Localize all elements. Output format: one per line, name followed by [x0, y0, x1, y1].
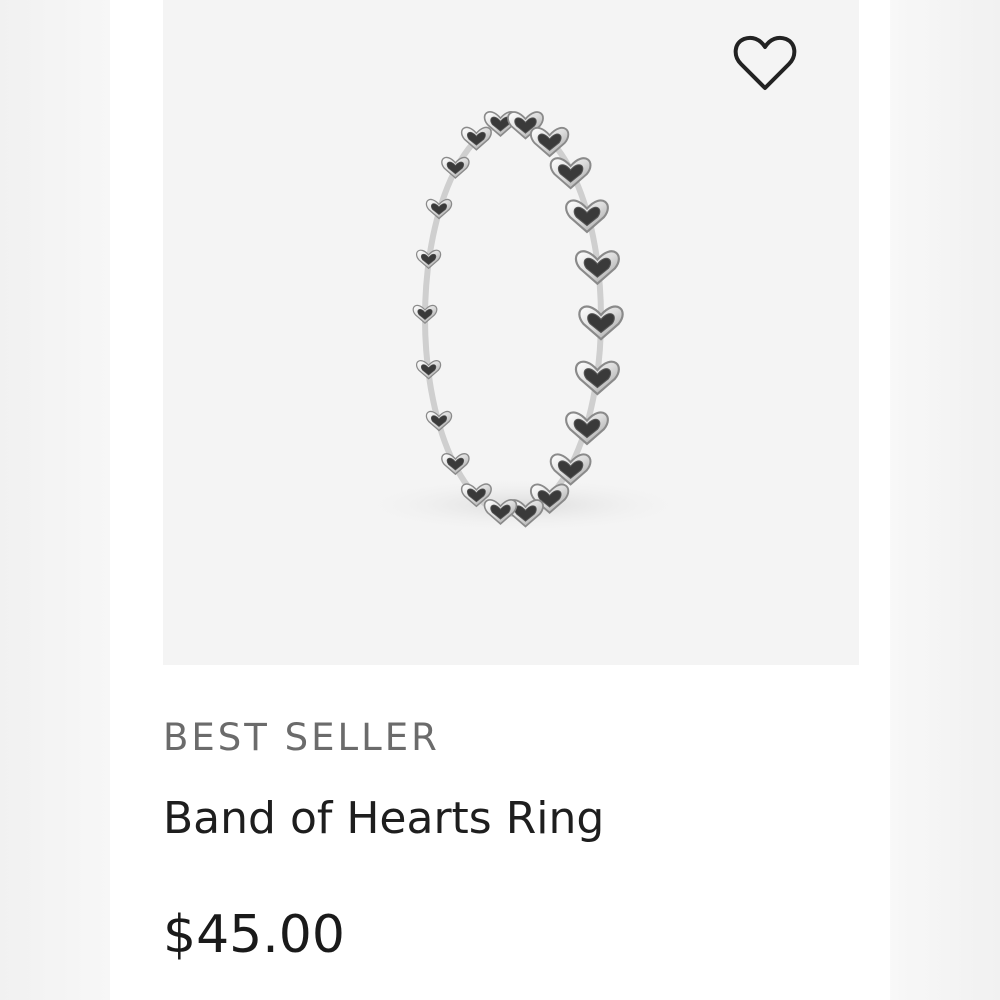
heart-outline-icon[interactable]	[731, 30, 799, 98]
best-seller-badge: BEST SELLER	[163, 716, 440, 759]
product-image[interactable]	[163, 0, 859, 665]
ring-image	[353, 111, 693, 533]
ring-heart-link	[460, 126, 492, 151]
product-card[interactable]: BEST SELLER Band of Hearts Ring $45.00	[110, 0, 890, 1000]
ring-heart-link	[441, 452, 470, 475]
product-price: $45.00	[163, 905, 345, 965]
product-title[interactable]: Band of Hearts Ring	[163, 793, 604, 844]
ring-heart-link	[441, 156, 470, 179]
ring-heart-link	[549, 157, 592, 190]
